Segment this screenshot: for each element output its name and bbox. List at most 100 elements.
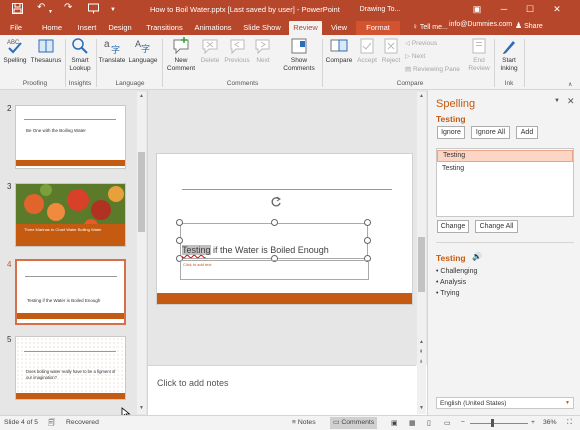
tab-design[interactable]: Design	[105, 21, 135, 35]
zoom-level[interactable]: 36%	[543, 419, 557, 426]
ignore-button[interactable]: Ignore	[437, 126, 465, 139]
customize-toolbar-icon[interactable]: ▼	[110, 4, 116, 16]
end-review-label: End Review	[468, 57, 490, 72]
resize-handle[interactable]	[176, 219, 183, 226]
suggestion-item[interactable]: Testing	[437, 150, 573, 162]
tab-home[interactable]: Home	[38, 21, 66, 35]
show-comments-button[interactable]: Show Comments	[280, 37, 318, 73]
suggestion-item[interactable]: Testing	[437, 163, 573, 175]
slide-number: 4	[7, 260, 12, 269]
next-change-button[interactable]: ▷ Next	[405, 52, 425, 60]
previous-comment-button[interactable]: Previous	[222, 37, 252, 65]
tab-insert[interactable]: Insert	[73, 21, 101, 35]
change-button[interactable]: Change	[437, 220, 469, 233]
tab-transitions[interactable]: Transitions	[143, 21, 186, 35]
fit-slide-icon[interactable]: ⛶	[567, 419, 572, 427]
suggestion-list[interactable]: Testing Testing	[436, 148, 574, 217]
thumbnail-scrollbar[interactable]: ▲ ▼	[137, 92, 146, 414]
close-pane-icon[interactable]: ✕	[567, 96, 575, 107]
ribbon-display-icon[interactable]: ▣	[470, 2, 484, 16]
translate-icon: a字	[103, 37, 121, 56]
add-button[interactable]: Add	[516, 126, 538, 139]
reading-view-icon[interactable]: ▯	[427, 419, 431, 427]
change-all-button[interactable]: Change All	[475, 220, 518, 233]
slide-thumbnail-5[interactable]: Does boiling water really have to be a f…	[15, 336, 126, 400]
next-comment-button[interactable]: Next	[253, 37, 273, 65]
zoom-slider[interactable]	[470, 423, 528, 424]
minimize-icon[interactable]: ─	[497, 2, 511, 16]
start-inking-button[interactable]: Start Inking	[496, 37, 522, 73]
translate-button[interactable]: a字 Translate	[97, 37, 127, 65]
slide-thumbnail-3[interactable]: Three Marinas to Chart Water Boiling Wat…	[15, 183, 126, 247]
scroll-thumb[interactable]	[138, 152, 145, 232]
tab-animations[interactable]: Animations	[192, 21, 234, 35]
share-button[interactable]: ♟ Share	[515, 21, 543, 30]
tab-format[interactable]: Format	[356, 21, 400, 35]
redo-icon[interactable]: ↷	[64, 2, 72, 14]
chevron-down-icon[interactable]: ▼	[565, 400, 570, 406]
notes-pane[interactable]: Click to add notes	[148, 365, 416, 415]
delete-comment-button[interactable]: Delete	[199, 37, 221, 65]
speaker-icon[interactable]: 🔊	[472, 252, 482, 261]
previous-label: Previous	[224, 57, 250, 64]
resize-handle[interactable]	[271, 219, 278, 226]
collapse-ribbon-icon[interactable]: ∧	[568, 81, 572, 88]
reject-button[interactable]: Reject	[380, 37, 402, 65]
current-slide[interactable]: Testing if the Water is Boiled Enough Cl…	[156, 153, 413, 305]
smart-lookup-button[interactable]: Smart Lookup	[66, 37, 94, 73]
comments-button[interactable]: ▭ Comments	[330, 417, 378, 429]
slide-show-icon[interactable]: ▭	[444, 419, 450, 427]
rotate-handle-icon[interactable]	[270, 196, 282, 208]
end-review-button[interactable]: End Review	[466, 37, 492, 73]
maximize-icon[interactable]: ☐	[523, 2, 537, 16]
misspelled-word[interactable]: Testing	[182, 245, 211, 255]
window-close-icon[interactable]: ✕	[550, 2, 564, 16]
slide-thumbnail-4[interactable]: Testing if the Water is Boiled Enough	[15, 259, 126, 325]
previous-change-button[interactable]: ◁ Previous	[405, 39, 437, 47]
scroll-down-icon[interactable]: ▲	[419, 339, 424, 345]
language-dropdown[interactable]: English (United States) ▼	[436, 397, 574, 409]
spelling-button[interactable]: ABC Spelling	[2, 37, 28, 65]
start-icon[interactable]	[88, 3, 99, 18]
resize-handle[interactable]	[176, 237, 183, 244]
undo-dropdown-icon[interactable]: ▼	[48, 6, 53, 18]
slide-title-text[interactable]: Testing if the Water is Boiled Enough	[182, 245, 329, 255]
next-slide-icon[interactable]: ⇟	[419, 359, 423, 365]
scroll-thumb[interactable]	[418, 237, 425, 292]
zoom-slider-thumb[interactable]	[491, 419, 494, 427]
spelling-status-icon[interactable]: 🗐	[48, 419, 55, 430]
resize-handle[interactable]	[364, 237, 371, 244]
resize-handle[interactable]	[364, 219, 371, 226]
account-name[interactable]: info@Dummies.com	[449, 21, 512, 28]
normal-view-icon[interactable]: ▣	[391, 419, 397, 427]
tab-view[interactable]: View	[326, 21, 352, 35]
reviewing-pane-button[interactable]: ▤ Reviewing Pane	[405, 65, 460, 73]
accept-button[interactable]: Accept	[355, 37, 379, 65]
language-button[interactable]: A字 Language	[127, 37, 159, 65]
ignore-all-button[interactable]: Ignore All	[471, 126, 510, 139]
notes-button[interactable]: ≡ Notes	[292, 419, 316, 426]
zoom-out-icon[interactable]: −	[461, 419, 465, 426]
zoom-in-icon[interactable]: +	[531, 419, 535, 426]
notes-placeholder[interactable]: Click to add notes	[157, 378, 229, 388]
save-icon[interactable]	[12, 3, 23, 18]
scroll-up-icon[interactable]: ▲	[139, 93, 144, 99]
new-comment-button[interactable]: New Comment	[164, 37, 198, 73]
subtitle-placeholder[interactable]: Click to add text	[180, 260, 369, 280]
tab-review[interactable]: Review	[289, 21, 322, 35]
tell-me-box[interactable]: ♀ Tell me...	[412, 22, 448, 31]
slide-sorter-icon[interactable]: ▦	[409, 419, 415, 427]
scroll-down-icon[interactable]: ▼	[419, 405, 424, 411]
slide-thumbnail-2[interactable]: Be One with the Boiling Water	[15, 105, 126, 169]
scroll-down-icon[interactable]: ▼	[139, 405, 144, 411]
tab-slide-show[interactable]: Slide Show	[241, 21, 283, 35]
compare-button[interactable]: Compare	[324, 37, 354, 65]
previous-slide-icon[interactable]: ⇞	[419, 349, 423, 355]
thesaurus-button[interactable]: Thesaurus	[29, 37, 63, 65]
undo-icon[interactable]: ↶	[37, 2, 45, 14]
thumb-rule	[25, 276, 117, 277]
tab-file[interactable]: File	[5, 21, 27, 35]
scroll-up-icon[interactable]: ▲	[419, 93, 424, 99]
pane-options-icon[interactable]: ▼	[554, 98, 560, 104]
slide-scrollbar[interactable]: ▲ ▲ ⇞ ⇟ ▼	[417, 92, 426, 414]
